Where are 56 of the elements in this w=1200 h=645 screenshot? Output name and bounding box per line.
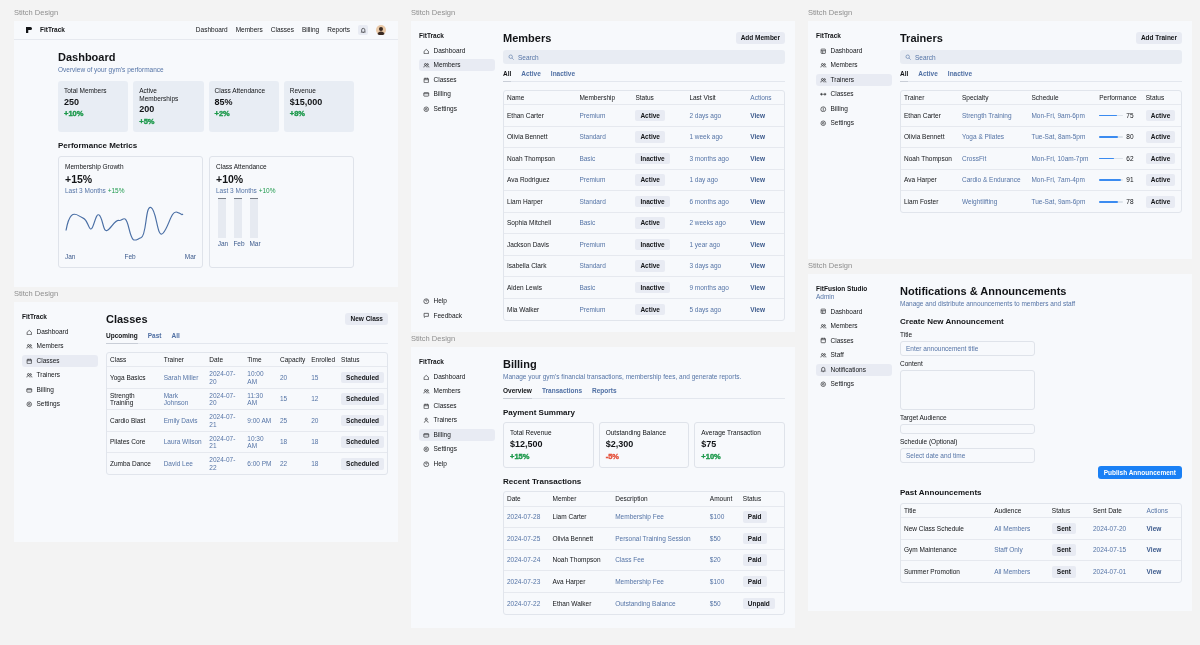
stat-value: $12,500 — [510, 439, 544, 450]
help-icon — [423, 460, 430, 468]
bell-icon — [820, 366, 827, 373]
page-title: Notifications & Announcements — [900, 284, 1067, 298]
bell-icon — [359, 26, 367, 34]
stat-value: $15,000 — [289, 96, 324, 108]
page-title: Trainers — [900, 31, 943, 45]
metric-value: +10% — [216, 172, 245, 186]
people-icon — [423, 388, 430, 395]
people-icon — [26, 343, 33, 350]
home-icon — [26, 328, 33, 336]
page-title: Billing — [503, 357, 537, 371]
coin-icon — [820, 105, 827, 113]
people-icon — [820, 351, 827, 359]
card-icon — [26, 386, 33, 394]
calendar-icon — [26, 357, 33, 365]
people-icon — [820, 62, 827, 69]
stat-value: 200 — [139, 104, 156, 116]
select-field[interactable] — [900, 423, 1035, 434]
calendar-icon — [423, 402, 430, 410]
section-heading: Performance Metrics — [58, 141, 139, 151]
dumbbell-icon — [820, 91, 827, 98]
calendar-icon — [820, 337, 827, 344]
search-icon — [508, 53, 515, 61]
content-field[interactable] — [900, 370, 1035, 410]
grid-icon — [820, 47, 827, 55]
home-icon — [423, 47, 430, 55]
card-icon — [423, 91, 430, 98]
chat-icon — [423, 312, 430, 319]
person-icon — [423, 417, 430, 424]
page-title: Dashboard — [58, 50, 116, 64]
section-heading: Create New Announcement — [900, 316, 1005, 327]
people-icon — [820, 76, 827, 84]
stat-value: $2,300 — [605, 439, 635, 450]
section-heading: Recent Transactions — [503, 476, 583, 487]
page-title: Members — [503, 31, 552, 45]
people-icon — [26, 372, 33, 379]
stat-value: $75 — [701, 439, 718, 450]
notification-button[interactable] — [358, 25, 368, 35]
metric-value: +15% — [65, 172, 94, 186]
stat-value: 85% — [214, 96, 234, 108]
help-icon — [423, 297, 430, 305]
home-icon — [423, 373, 430, 381]
bar-chart-drawing — [218, 197, 258, 238]
avatar[interactable] — [376, 25, 386, 35]
page-title: Classes — [106, 312, 148, 326]
search-icon — [905, 53, 912, 61]
section-heading: Payment Summary — [503, 407, 577, 418]
stat-value: 250 — [64, 96, 81, 108]
logo-icon — [26, 27, 32, 33]
people-icon — [423, 62, 430, 69]
grid-icon — [820, 308, 827, 315]
calendar-icon — [423, 76, 430, 84]
people-icon — [820, 322, 827, 330]
card-icon — [423, 431, 430, 439]
section-heading: Past Announcements — [900, 488, 983, 498]
